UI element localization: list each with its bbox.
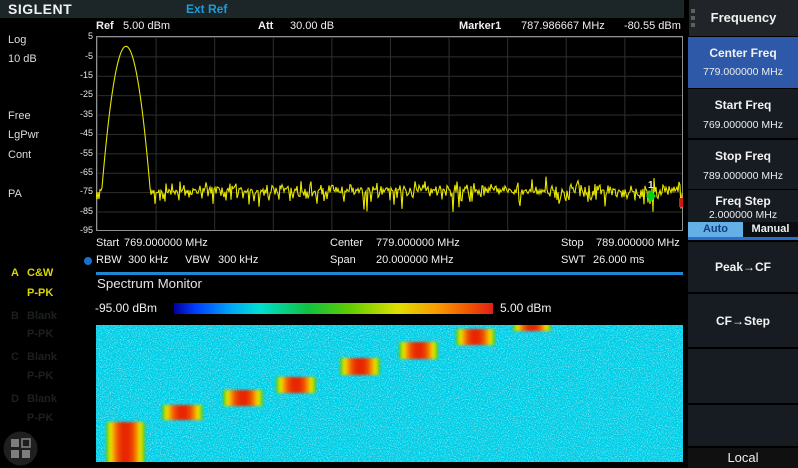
svg-text:1: 1 xyxy=(648,180,654,191)
